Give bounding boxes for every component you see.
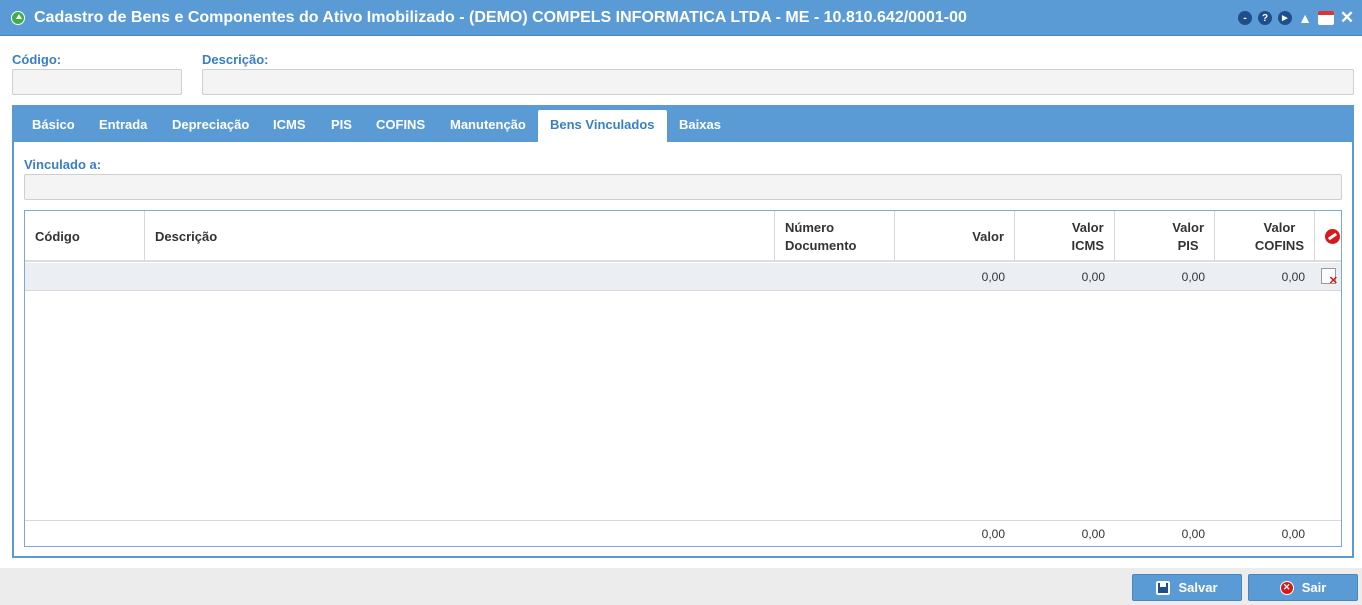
bell-icon[interactable]: ▲ <box>1298 10 1312 26</box>
delete-row-icon[interactable] <box>1321 268 1338 287</box>
codigo-label: Código: <box>12 52 62 67</box>
cadastro-bens-window: Cadastro de Bens e Componentes do Ativo … <box>0 0 1362 605</box>
vinculado-label: Vinculado a: <box>24 157 102 172</box>
header-codigo-label: Código <box>35 229 80 244</box>
exit-icon: ✕ <box>1279 580 1294 595</box>
descricao-label: Descrição: <box>202 52 269 67</box>
tab-depreciacao[interactable]: Depreciação <box>160 107 261 142</box>
salvar-label: Salvar <box>1178 580 1218 595</box>
grid-totals: 0,00 0,00 0,00 0,00 <box>25 520 1341 546</box>
save-icon <box>1156 580 1171 595</box>
header-numero-documento[interactable]: Número Documento <box>775 211 895 262</box>
row-valor: 0,00 <box>981 270 1005 284</box>
minimize-icon[interactable]: - <box>1238 11 1252 25</box>
total-valor-pis: 0,00 <box>1181 527 1205 541</box>
codigo-field[interactable] <box>12 69 182 95</box>
header-descricao-label: Descrição <box>155 229 218 244</box>
tab-entrada[interactable]: Entrada <box>87 107 159 142</box>
help-icon[interactable]: ? <box>1258 11 1272 25</box>
add-icon <box>11 11 25 25</box>
header-codigo[interactable]: Código <box>25 211 145 262</box>
calendar-icon[interactable] <box>1318 11 1334 25</box>
row-valor-icms: 0,00 <box>1081 270 1105 284</box>
header-documento-label: Documento <box>785 237 857 253</box>
row-codigo <box>25 263 145 291</box>
bens-vinculados-grid: Código Descrição Número Documento Valor V… <box>24 210 1342 547</box>
block-icon[interactable] <box>1325 229 1340 244</box>
grid-header: Código Descrição Número Documento Valor V… <box>25 211 1341 262</box>
salvar-button[interactable]: Salvar <box>1132 574 1242 601</box>
header-valor-cofins[interactable]: Valor COFINS <box>1215 211 1315 262</box>
bottom-bar: Salvar ✕ Sair <box>0 568 1362 605</box>
play-icon[interactable]: ► <box>1278 11 1292 25</box>
vinculado-field[interactable] <box>24 174 1342 200</box>
header-descricao[interactable]: Descrição <box>145 211 775 262</box>
descricao-field[interactable] <box>202 69 1354 95</box>
sair-label: Sair <box>1301 580 1327 595</box>
total-valor-cofins: 0,00 <box>1281 527 1305 541</box>
tab-manutencao[interactable]: Manutenção <box>438 107 538 142</box>
row-descricao <box>145 263 775 291</box>
header-valor[interactable]: Valor <box>895 211 1015 262</box>
header-valor-label: Valor <box>972 229 1004 244</box>
header-valor-icms-label-1: Valor <box>1071 219 1104 235</box>
tab-icms[interactable]: ICMS <box>261 107 318 142</box>
tab-panel: Básico Entrada Depreciação ICMS PIS COFI… <box>12 105 1354 558</box>
row-valor-cofins: 0,00 <box>1281 270 1305 284</box>
title-bar: Cadastro de Bens e Componentes do Ativo … <box>0 0 1362 36</box>
header-valor-pis-label-2: PIS <box>1177 237 1199 253</box>
header-valor-icms[interactable]: Valor ICMS <box>1015 211 1115 262</box>
close-icon[interactable]: ✕ <box>1340 8 1354 27</box>
header-valor-cofins-label-1: Valor <box>1263 219 1296 235</box>
tab-bens-vinculados[interactable]: Bens Vinculados <box>538 110 667 142</box>
tab-baixas[interactable]: Baixas <box>667 107 733 142</box>
total-valor-icms: 0,00 <box>1081 527 1105 541</box>
header-valor-pis-label-1: Valor <box>1172 219 1204 235</box>
tab-basico[interactable]: Básico <box>20 107 87 142</box>
table-row[interactable]: 0,00 0,00 0,00 0,00 <box>25 263 1341 291</box>
header-delete-all[interactable] <box>1315 211 1343 262</box>
row-numero-documento <box>775 263 895 291</box>
row-valor-pis: 0,00 <box>1181 270 1205 284</box>
header-numero-label: Número <box>785 219 835 235</box>
tab-pis[interactable]: PIS <box>319 107 364 142</box>
header-valor-pis[interactable]: Valor PIS <box>1115 211 1215 262</box>
sair-button[interactable]: ✕ Sair <box>1248 574 1358 601</box>
tab-strip: Básico Entrada Depreciação ICMS PIS COFI… <box>14 107 1352 142</box>
window-title: Cadastro de Bens e Componentes do Ativo … <box>34 9 967 26</box>
total-valor: 0,00 <box>981 527 1005 541</box>
title-tools: - ? ► ▲ ✕ <box>1238 8 1354 27</box>
header-valor-icms-label-2: ICMS <box>1071 237 1105 253</box>
tab-cofins[interactable]: COFINS <box>364 107 437 142</box>
header-valor-cofins-label-2: COFINS <box>1254 237 1304 253</box>
